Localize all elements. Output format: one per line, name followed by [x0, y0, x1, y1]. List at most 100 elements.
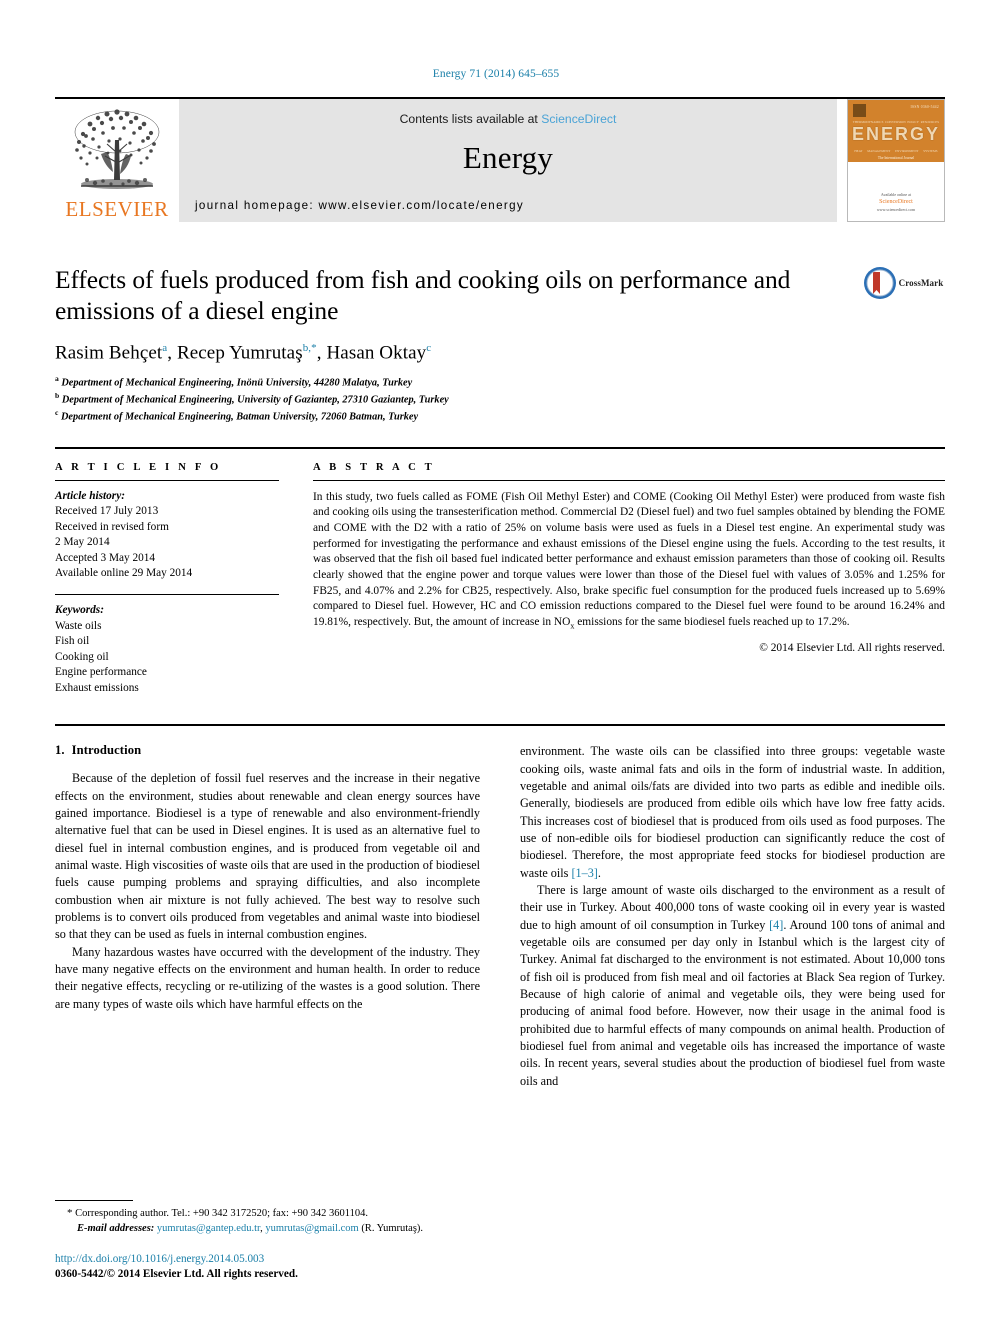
- abstract-heading: A B S T R A C T: [313, 461, 435, 473]
- article-history: Article history: Received 17 July 2013 R…: [55, 489, 279, 582]
- history-item: 2 May 2014: [55, 536, 110, 549]
- keywords-rule: [55, 594, 279, 596]
- author-name: Hasan Oktay: [326, 342, 427, 364]
- abstract-part-2: emissions for the same biodiesel fuels r…: [574, 616, 850, 629]
- sciencedirect-link[interactable]: ScienceDirect: [541, 112, 616, 126]
- keywords-label: Keywords:: [55, 604, 104, 617]
- corresponding-author-text: Corresponding author. Tel.: +90 342 3172…: [75, 1207, 368, 1219]
- article-info-column: A R T I C L E I N F O Article history: R…: [55, 462, 279, 697]
- author-affil-mark: c: [426, 342, 432, 355]
- journal-cover-thumbnail: ISSN 0360-5442 THERMODYNAMICS CONVERSION…: [847, 99, 945, 222]
- author-affil-mark: a: [162, 342, 168, 355]
- paragraph-tail: . Around 100 tons of animal and vegetabl…: [520, 917, 946, 1088]
- crossmark-icon: [863, 267, 896, 299]
- info-divider: [55, 446, 945, 449]
- section-heading-introduction: 1. Introduction: [55, 743, 480, 758]
- cover-word: ENVIRONMENT: [895, 149, 919, 153]
- abstract-text: In this study, two fuels called as FOME …: [313, 490, 945, 632]
- affiliation-text: Department of Mechanical Engineering, Un…: [61, 394, 449, 405]
- cover-elsevier-mark: [853, 104, 866, 117]
- cover-issn: ISSN 0360-5442: [910, 105, 939, 109]
- doi-block: http://dx.doi.org/10.1016/j.energy.2014.…: [55, 1252, 472, 1283]
- affiliation-list: a Department of Mechanical Engineering, …: [55, 374, 847, 425]
- email-label: E-mail addresses:: [77, 1223, 155, 1235]
- section-title: Introduction: [71, 743, 142, 758]
- keyword-item: Exhaust emissions: [55, 681, 139, 694]
- affiliation-text: Department of Mechanical Engineering, In…: [61, 376, 413, 388]
- affiliation-mark: b: [55, 390, 60, 400]
- asterisk-mark: *: [67, 1206, 73, 1219]
- running-head: Energy 71 (2014) 645–655: [432, 68, 560, 80]
- paragraph: Because of the depletion of fossil fuel …: [55, 771, 480, 942]
- history-item: Available online 29 May 2014: [55, 566, 193, 579]
- abstract-part-1: In this study, two fuels called as FOME …: [313, 490, 945, 629]
- contents-line: Contents lists available at ScienceDirec…: [400, 112, 617, 126]
- cover-art: ISSN 0360-5442 THERMODYNAMICS CONVERSION…: [848, 100, 944, 162]
- title-block: Effects of fuels produced from fish and …: [55, 264, 945, 425]
- paper-page: Energy 71 (2014) 645–655 ELSEVIER Conten…: [0, 0, 992, 1323]
- abstract-copyright: © 2014 Elsevier Ltd. All rights reserved…: [759, 642, 945, 655]
- author-affil-mark: b,*: [302, 342, 317, 355]
- citation-ref[interactable]: [1–3]: [571, 866, 597, 880]
- affiliation-item: a Department of Mechanical Engineering, …: [55, 374, 847, 391]
- keywords-block: Keywords: Waste oils Fish oil Cooking oi…: [55, 603, 279, 696]
- crossmark-badge[interactable]: CrossMark: [861, 264, 945, 425]
- email-link-2[interactable]: yumrutas@gmail.com: [265, 1223, 358, 1234]
- keyword-item: Engine performance: [55, 666, 147, 679]
- journal-band: Contents lists available at ScienceDirec…: [179, 99, 837, 222]
- author-name: Rasim Behçet: [55, 342, 163, 364]
- body-columns: 1. Introduction Because of the depletion …: [55, 743, 945, 1090]
- doi-link[interactable]: http://dx.doi.org/10.1016/j.energy.2014.…: [55, 1252, 472, 1268]
- paragraph-tail: .: [597, 865, 601, 880]
- info-abstract-row: A R T I C L E I N F O Article history: R…: [55, 462, 945, 697]
- citation-ref[interactable]: [4]: [769, 918, 783, 932]
- abstract-column: A B S T R A C T In this study, two fuels…: [313, 462, 945, 697]
- author-name: Recep Yumrutaş: [176, 342, 303, 364]
- paragraph: Many hazardous wastes have occurred with…: [55, 944, 480, 1011]
- history-item: Accepted 3 May 2014: [55, 551, 156, 564]
- body-left-column: 1. Introduction Because of the depletion …: [55, 743, 480, 1090]
- keyword-item: Cooking oil: [55, 650, 109, 663]
- corresponding-author-note: * Corresponding author. Tel.: +90 342 31…: [55, 1206, 472, 1222]
- history-item: Received in revised form: [55, 520, 169, 533]
- keyword-item: Waste oils: [55, 619, 102, 632]
- article-info-rule: [55, 479, 279, 481]
- affiliation-item: b Department of Mechanical Engineering, …: [55, 391, 847, 408]
- affiliation-text: Department of Mechanical Engineering, Ba…: [60, 411, 419, 423]
- page-title: Effects of fuels produced from fish and …: [55, 265, 791, 326]
- cover-title: ENERGY: [851, 124, 941, 144]
- keyword-item: Fish oil: [55, 635, 90, 648]
- article-history-label: Article history:: [55, 489, 125, 502]
- elsevier-tree-icon: [74, 109, 160, 189]
- cover-foot-url: www.sciencedirect.com: [876, 207, 916, 212]
- elsevier-logo: ELSEVIER: [55, 99, 179, 222]
- crossmark-label: CrossMark: [898, 278, 944, 288]
- affiliation-mark: c: [55, 407, 59, 417]
- history-item: Received 17 July 2013: [55, 505, 159, 518]
- issn-copyright: 0360-5442/© 2014 Elsevier Ltd. All right…: [55, 1268, 298, 1281]
- cover-word: HEAT: [854, 149, 863, 153]
- email-suffix: (R. Yumrutaş).: [358, 1223, 424, 1235]
- title-text-column: Effects of fuels produced from fish and …: [55, 264, 861, 425]
- footnote-area: * Corresponding author. Tel.: +90 342 31…: [55, 1199, 472, 1284]
- cover-word: MANAGEMENT: [867, 149, 891, 153]
- journal-title: Energy: [462, 140, 554, 175]
- abstract-rule: [313, 479, 945, 481]
- elsevier-wordmark: ELSEVIER: [65, 197, 169, 221]
- affiliation-item: c Department of Mechanical Engineering, …: [55, 408, 847, 425]
- author-list: Rasim Behçeta, Recep Yumrutaşb,*, Hasan …: [55, 342, 432, 364]
- cover-foot-brand: ScienceDirect: [879, 199, 913, 205]
- section-number: 1.: [55, 743, 65, 758]
- journal-masthead: ELSEVIER Contents lists available at Sci…: [55, 97, 945, 222]
- paragraph: environment. The waste oils can be class…: [520, 743, 945, 882]
- paragraph: There is large amount of waste oils disc…: [520, 882, 945, 1090]
- footnote-rule: [55, 1199, 133, 1201]
- journal-homepage-link[interactable]: journal homepage: www.elsevier.com/locat…: [195, 199, 524, 212]
- affiliation-mark: a: [55, 373, 59, 383]
- body-divider: [55, 724, 945, 727]
- cover-word: SYSTEMS: [923, 149, 938, 153]
- email-link-1[interactable]: yumrutas@gantep.edu.tr: [157, 1223, 260, 1234]
- article-info-heading: A R T I C L E I N F O: [55, 461, 222, 473]
- contents-prefix: Contents lists available at: [399, 112, 542, 126]
- cover-bottom-words: HEAT MANAGEMENT ENVIRONMENT SYSTEMS: [852, 149, 940, 153]
